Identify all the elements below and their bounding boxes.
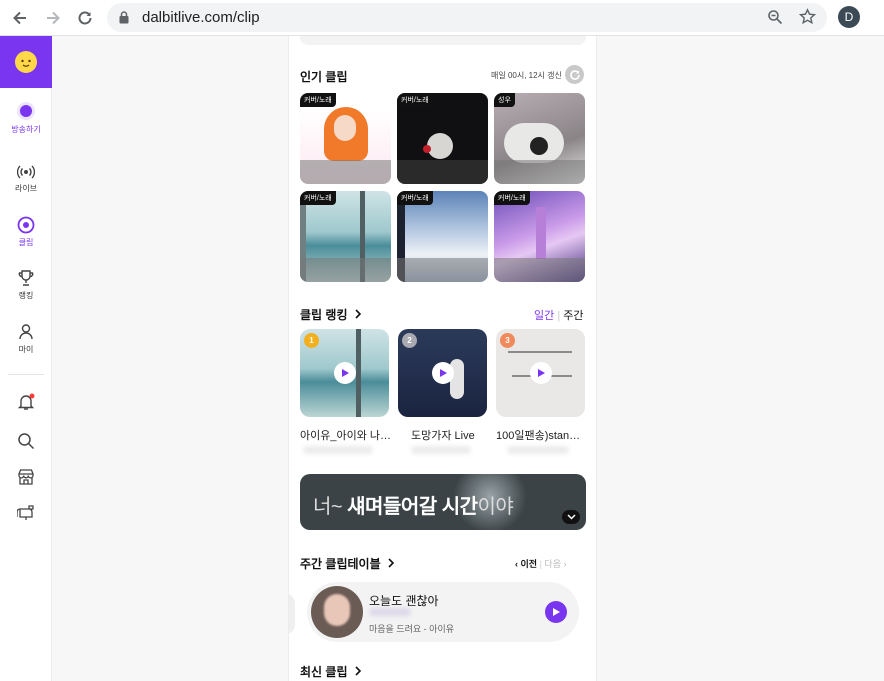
dalbit-logo[interactable] <box>0 36 52 88</box>
sidebar-item-clip[interactable]: 클립 <box>0 216 52 248</box>
sidebar-item-label: 마이 <box>18 345 34 354</box>
popular-clip-card[interactable]: 커버/노래 <box>300 191 391 282</box>
search-icon <box>18 433 35 450</box>
rank-medal: 1 <box>304 333 319 348</box>
play-icon[interactable] <box>545 601 567 623</box>
sidebar-item-live[interactable]: 라이브 <box>0 164 52 194</box>
weekly-section-title[interactable]: 주간 클립테이블 <box>300 555 395 572</box>
zoom-icon[interactable] <box>767 9 783 30</box>
browser-toolbar: dalbitlive.com/clip D <box>0 0 884 36</box>
popular-clip-card[interactable]: 성우 <box>494 93 585 184</box>
sidebar-item-my[interactable]: 마이 <box>0 323 52 355</box>
ranking-section-title[interactable]: 클립 랭킹 <box>300 306 362 323</box>
bookmark-star-icon[interactable] <box>798 8 817 30</box>
chevron-right-icon <box>355 309 361 319</box>
trophy-icon <box>18 270 34 286</box>
play-icon[interactable] <box>432 362 454 384</box>
clip-disc-icon <box>17 216 35 234</box>
main-content: 인기 클립 매일 00시, 12시 갱신 커버/노래 커버/노래 성우 커버/노… <box>288 36 597 681</box>
refresh-icon[interactable] <box>565 65 584 84</box>
clip-category-tag: 커버/노래 <box>494 191 530 205</box>
tab-daily[interactable]: 일간 <box>534 310 554 322</box>
popular-clip-card[interactable]: 커버/노래 <box>397 93 488 184</box>
weekly-clip-subtitle: 마음을 드려요 - 아이유 <box>369 624 455 634</box>
ranking-card[interactable]: 3 <box>496 329 585 417</box>
ranking-card[interactable]: 2 <box>398 329 487 417</box>
profile-avatar[interactable]: D <box>838 6 860 28</box>
broadcast-icon <box>17 102 35 120</box>
popular-section-title: 인기 클립 <box>300 70 348 84</box>
banner-text: 너~ 섀며들어갈 시간이야 <box>313 496 514 518</box>
notification-button[interactable] <box>0 393 52 414</box>
weekly-title-text: 주간 클립테이블 <box>300 557 381 571</box>
lock-icon <box>119 11 129 29</box>
promo-banner[interactable]: 너~ 섀며들어갈 시간이야 <box>300 474 586 530</box>
forward-icon[interactable] <box>40 5 66 31</box>
search-button[interactable] <box>0 432 52 453</box>
ranking-tabs: 일간 | 주간 <box>534 310 584 322</box>
clip-category-tag: 커버/노래 <box>397 191 433 205</box>
banner-expand-button[interactable] <box>562 510 580 524</box>
latest-title-text: 최신 클립 <box>300 665 348 679</box>
weekly-card-peek <box>289 594 295 634</box>
clip-thumbnail-figure <box>536 207 546 259</box>
top-card-remnant <box>300 36 586 45</box>
address-bar[interactable]: dalbitlive.com/clip <box>107 3 827 32</box>
clip-category-tag: 성우 <box>494 93 515 107</box>
live-signal-icon <box>17 165 35 179</box>
clip-thumbnail-figure <box>427 133 453 159</box>
sidebar-item-label: 랭킹 <box>18 291 34 300</box>
ranking-card[interactable]: 1 <box>300 329 389 417</box>
weekly-clip-title: 오늘도 괜찮아 <box>369 594 439 608</box>
play-icon[interactable] <box>334 362 356 384</box>
sidebar-divider <box>8 374 44 375</box>
chevron-down-icon <box>566 514 576 520</box>
ranking-item-title[interactable]: 100일팬송)stan… <box>496 427 586 443</box>
rank-medal: 3 <box>500 333 515 348</box>
weekly-next-button[interactable]: 다음 › <box>544 559 566 569</box>
sidebar-item-label: 클립 <box>18 238 34 247</box>
store-button[interactable] <box>0 468 52 489</box>
back-icon[interactable] <box>7 5 33 31</box>
ranking-item-title[interactable]: 아이유_아이와 나… <box>300 427 390 443</box>
store-icon <box>18 469 34 485</box>
chevron-right-icon <box>388 558 395 568</box>
popular-clip-card[interactable]: 커버/노래 <box>300 93 391 184</box>
play-icon[interactable] <box>530 362 552 384</box>
user-icon <box>19 324 33 340</box>
sidebar-item-label: 라이브 <box>14 184 38 193</box>
ranking-title-text: 클립 랭킹 <box>300 308 348 322</box>
sidebar-item-label: 방송하기 <box>11 125 41 134</box>
popular-clip-card[interactable]: 커버/노래 <box>494 191 585 282</box>
refresh-note: 매일 00시, 12시 갱신 <box>491 71 562 80</box>
sidebar-item-ranking[interactable]: 랭킹 <box>0 269 52 301</box>
clip-category-tag: 커버/노래 <box>397 93 433 107</box>
latest-section-title[interactable]: 최신 클립 <box>300 663 362 680</box>
clip-avatar <box>311 586 363 638</box>
weekly-pager: ‹ 이전 | 다음 › <box>515 559 567 569</box>
ranking-item-title[interactable]: 도망가자 Live <box>411 427 501 443</box>
sidebar-item-broadcast[interactable]: 방송하기 <box>0 101 52 135</box>
mailbox-icon <box>17 505 34 520</box>
chevron-right-icon <box>355 666 361 676</box>
clip-category-tag: 커버/노래 <box>300 93 336 107</box>
sidebar: 방송하기 라이브 클립 랭킹 마이 <box>0 36 52 681</box>
event-button[interactable] <box>0 503 52 524</box>
weekly-prev-button[interactable]: ‹ 이전 <box>515 559 537 569</box>
rank-medal: 2 <box>402 333 417 348</box>
reload-icon[interactable] <box>72 5 98 31</box>
tab-weekly[interactable]: 주간 <box>563 310 583 322</box>
url-text: dalbitlive.com/clip <box>142 9 260 26</box>
bell-icon <box>17 393 35 410</box>
popular-clip-card[interactable]: 커버/노래 <box>397 191 488 282</box>
clip-category-tag: 커버/노래 <box>300 191 336 205</box>
weekly-clip-card[interactable]: 오늘도 괜찮아 마음을 드려요 - 아이유 <box>307 582 579 642</box>
